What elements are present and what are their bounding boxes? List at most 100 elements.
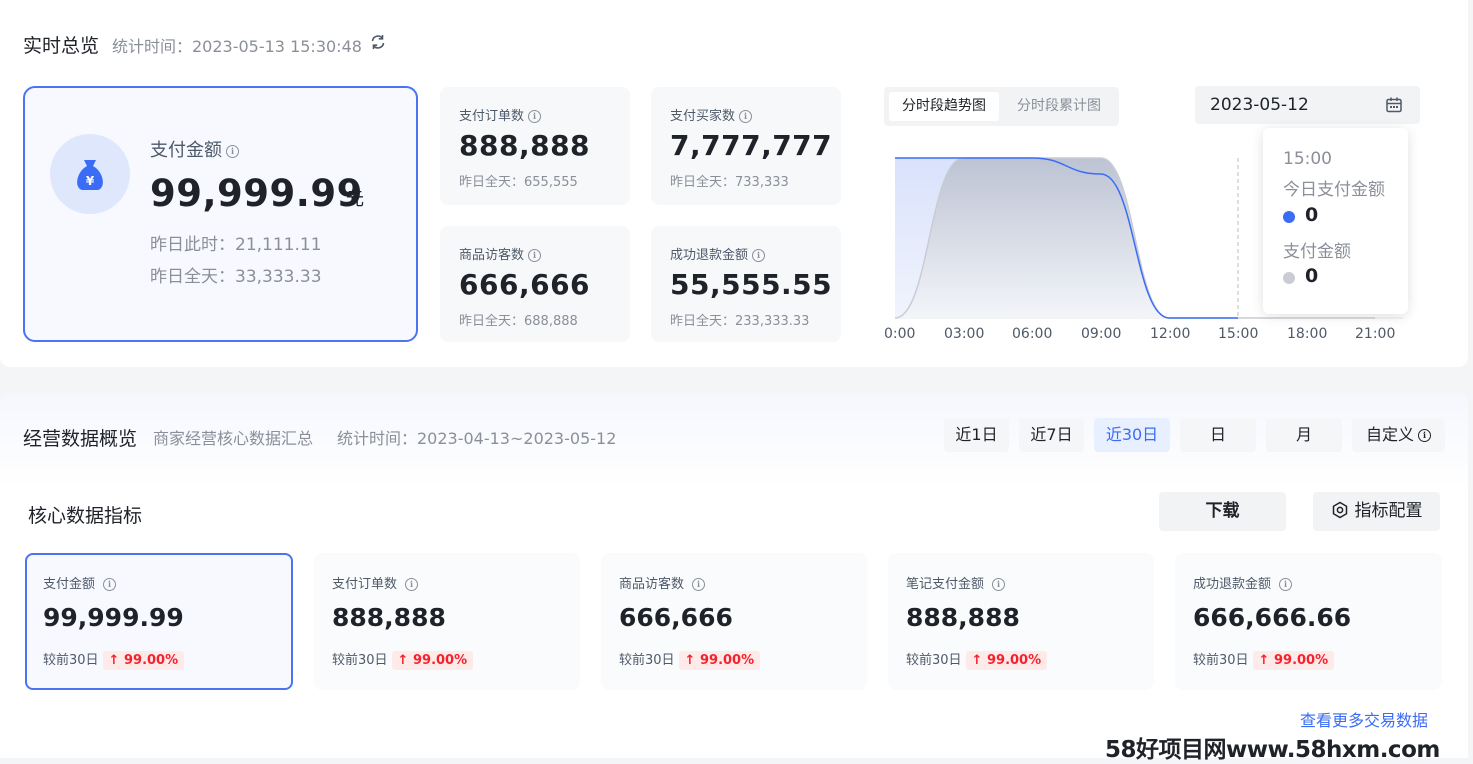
x-tick-label: 21:00 bbox=[1355, 326, 1396, 342]
info-icon: i bbox=[1418, 429, 1431, 442]
stat-card-refunds[interactable]: 成功退款金额 i 55,555.55 昨日全天：233,333.33 bbox=[651, 226, 841, 342]
change-badge: ↑ 99.00% bbox=[1252, 651, 1335, 670]
metric-compare: 较前30日 bbox=[906, 653, 962, 668]
x-tick-label: 06:00 bbox=[1012, 326, 1053, 342]
metric-label: 支付金额 bbox=[43, 577, 96, 592]
payment-amount-unit: 元 bbox=[346, 189, 364, 210]
tooltip-series1-value: 0 bbox=[1305, 204, 1319, 226]
metric-value: 666,666.66 bbox=[1193, 603, 1352, 632]
yesterday-now: 昨日此时：21,111.11 bbox=[150, 235, 322, 255]
info-icon[interactable]: i bbox=[405, 578, 419, 591]
arrow-up-icon: ↑ bbox=[1258, 653, 1270, 668]
stat-sub: 昨日全天：233,333.33 bbox=[670, 314, 810, 329]
x-tick-label: 18:00 bbox=[1287, 326, 1328, 342]
info-icon[interactable]: i bbox=[528, 249, 542, 262]
arrow-up-icon: ↑ bbox=[397, 653, 409, 668]
tooltip-series2-value: 0 bbox=[1305, 265, 1319, 287]
info-icon[interactable]: i bbox=[692, 578, 706, 591]
stat-card-orders[interactable]: 支付订单数 i 888,888 昨日全天：655,555 bbox=[440, 87, 630, 205]
info-icon[interactable]: i bbox=[752, 249, 766, 262]
business-title: 经营数据概览 bbox=[23, 428, 138, 450]
x-tick-label: 12:00 bbox=[1150, 326, 1191, 342]
change-badge: ↑ 99.00% bbox=[965, 651, 1048, 670]
change-badge: ↑ 99.00% bbox=[102, 651, 185, 670]
payment-amount-card[interactable]: ¥ 支付金额 i 99,999.99 元 昨日此时：21,111.11 昨日全天：… bbox=[23, 86, 418, 342]
range-custom-button[interactable]: 自定义 i bbox=[1352, 418, 1445, 452]
change-badge: ↑ 99.00% bbox=[391, 651, 474, 670]
metric-label: 笔记支付金额 bbox=[906, 577, 985, 592]
yesterday-full: 昨日全天：33,333.33 bbox=[150, 267, 322, 287]
range-30d-button[interactable]: 近30日 bbox=[1094, 418, 1170, 452]
metric-card-orders[interactable]: 支付订单数 i 888,888 较前30日 ↑ 99.00% bbox=[314, 553, 580, 690]
metric-compare: 较前30日 bbox=[619, 653, 675, 668]
stat-value: 7,777,777 bbox=[670, 129, 833, 162]
date-value: 2023-05-12 bbox=[1210, 95, 1309, 115]
settings-icon bbox=[1332, 501, 1347, 519]
tooltip-series1-label: 今日支付金额 bbox=[1283, 180, 1385, 200]
metric-label: 支付订单数 bbox=[332, 577, 398, 592]
metric-value: 99,999.99 bbox=[43, 603, 184, 632]
stat-value: 888,888 bbox=[459, 129, 591, 162]
metric-label: 商品访客数 bbox=[619, 577, 685, 592]
tab-cumulative[interactable]: 分时段累计图 bbox=[1004, 92, 1114, 121]
more-transactions-link[interactable]: 查看更多交易数据 bbox=[1300, 707, 1428, 731]
stat-label: 商品访客数 bbox=[459, 248, 525, 263]
refresh-icon[interactable] bbox=[369, 33, 387, 51]
metric-card-visitors[interactable]: 商品访客数 i 666,666 较前30日 ↑ 99.00% bbox=[601, 553, 867, 690]
x-tick-label: 03:00 bbox=[944, 326, 985, 342]
change-value: 99.00% bbox=[412, 653, 468, 668]
stat-value: 55,555.55 bbox=[670, 268, 833, 301]
info-icon[interactable]: i bbox=[739, 110, 753, 123]
arrow-up-icon: ↑ bbox=[108, 653, 120, 668]
metric-compare: 较前30日 bbox=[1193, 653, 1249, 668]
info-icon[interactable]: i bbox=[1279, 578, 1293, 591]
change-value: 99.00% bbox=[986, 653, 1042, 668]
stat-card-buyers[interactable]: 支付买家数 i 7,777,777 昨日全天：733,333 bbox=[651, 87, 841, 205]
metric-compare: 较前30日 bbox=[43, 653, 99, 668]
metric-label: 成功退款金额 bbox=[1193, 577, 1272, 592]
info-icon[interactable]: i bbox=[226, 144, 239, 158]
arrow-up-icon: ↑ bbox=[971, 653, 983, 668]
realtime-title: 实时总览 bbox=[23, 35, 100, 57]
money-bag-icon: ¥ bbox=[50, 134, 130, 214]
change-value: 99.00% bbox=[123, 653, 179, 668]
info-icon[interactable]: i bbox=[992, 578, 1006, 591]
range-7d-button[interactable]: 近7日 bbox=[1019, 418, 1084, 452]
stat-label: 支付订单数 bbox=[459, 109, 525, 124]
calendar-icon bbox=[1385, 96, 1403, 118]
range-1d-button[interactable]: 近1日 bbox=[944, 418, 1009, 452]
stat-card-visitors[interactable]: 商品访客数 i 666,666 昨日全天：688,888 bbox=[440, 226, 630, 342]
realtime-time: 统计时间：2023-05-13 15:30:48 bbox=[112, 37, 362, 56]
download-button[interactable]: 下载 bbox=[1159, 492, 1286, 531]
arrow-up-icon: ↑ bbox=[684, 653, 696, 668]
date-picker[interactable]: 2023-05-12 bbox=[1195, 86, 1420, 124]
business-time: 统计时间：2023-04-13~2023-05-12 bbox=[337, 429, 617, 448]
metric-compare: 较前30日 bbox=[332, 653, 388, 668]
svg-text:¥: ¥ bbox=[86, 174, 95, 188]
range-month-button[interactable]: 月 bbox=[1266, 418, 1342, 452]
payment-amount-value: 99,999.99 bbox=[150, 172, 363, 215]
metric-value: 888,888 bbox=[332, 603, 446, 632]
tooltip-time: 15:00 bbox=[1283, 149, 1332, 169]
metric-card-payment[interactable]: 支付金额 i 99,999.99 较前30日 ↑ 99.00% bbox=[25, 553, 293, 690]
tooltip-series2-label: 支付金额 bbox=[1283, 242, 1351, 262]
stat-label: 成功退款金额 bbox=[670, 248, 749, 263]
core-metrics-title: 核心数据指标 bbox=[28, 505, 143, 527]
metric-value: 666,666 bbox=[619, 603, 733, 632]
x-tick-label: 0:00 bbox=[884, 326, 916, 342]
metric-config-button[interactable]: 指标配置 bbox=[1313, 492, 1440, 531]
stat-sub: 昨日全天：688,888 bbox=[459, 314, 578, 329]
x-tick-label: 15:00 bbox=[1218, 326, 1259, 342]
watermark: 58好项目网www.58hxm.com bbox=[1105, 737, 1440, 763]
metric-config-label: 指标配置 bbox=[1354, 501, 1423, 521]
range-day-button[interactable]: 日 bbox=[1180, 418, 1256, 452]
business-subtitle: 商家经营核心数据汇总 bbox=[153, 429, 314, 448]
metric-card-refunds[interactable]: 成功退款金额 i 666,666.66 较前30日 ↑ 99.00% bbox=[1175, 553, 1442, 690]
change-badge: ↑ 99.00% bbox=[678, 651, 761, 670]
info-icon[interactable]: i bbox=[528, 110, 542, 123]
stat-value: 666,666 bbox=[459, 268, 591, 301]
change-value: 99.00% bbox=[699, 653, 755, 668]
info-icon[interactable]: i bbox=[103, 578, 117, 591]
tab-trend[interactable]: 分时段趋势图 bbox=[889, 92, 999, 121]
metric-card-note-payment[interactable]: 笔记支付金额 i 888,888 较前30日 ↑ 99.00% bbox=[888, 553, 1154, 690]
